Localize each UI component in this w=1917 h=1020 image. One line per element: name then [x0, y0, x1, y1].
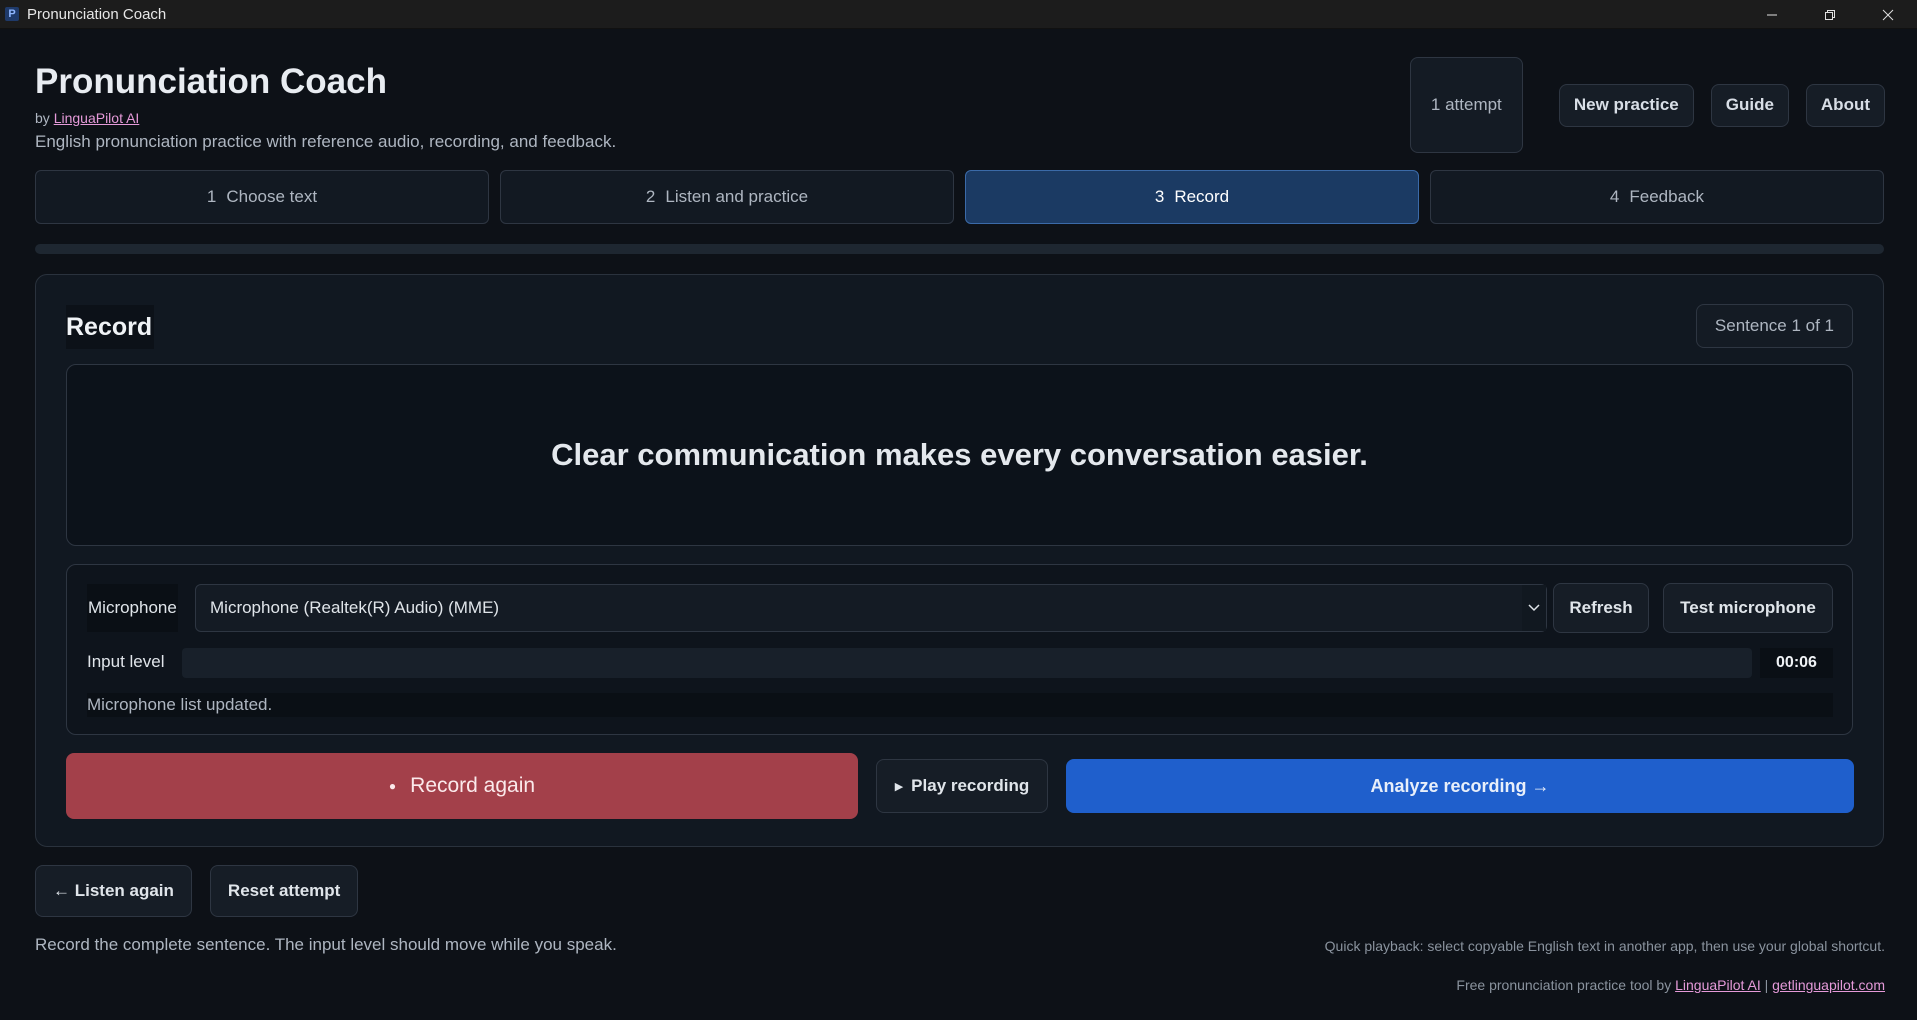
input-level-label: Input level [87, 652, 165, 671]
microphone-select[interactable]: Microphone (Realtek(R) Audio) (MME) [195, 584, 1547, 632]
byline-prefix: by [35, 110, 50, 126]
step-label: Record [1174, 187, 1230, 206]
test-microphone-button[interactable]: Test microphone [1663, 583, 1833, 633]
step-label: Feedback [1629, 187, 1705, 206]
step-tabs: 1 Choose text 2 Listen and practice 3 Re… [35, 170, 1884, 224]
play-icon: ▶ [894, 780, 904, 793]
step-number: 3 [1154, 187, 1165, 206]
footer-linguapilot-link[interactable]: LinguaPilot AI [1675, 977, 1761, 993]
page-subtitle: English pronunciation practice with refe… [35, 132, 617, 151]
app-icon: P [5, 7, 19, 21]
minimize-icon[interactable] [1743, 0, 1801, 29]
record-hint: Record the complete sentence. The input … [35, 935, 617, 954]
microphone-selected-value: Microphone (Realtek(R) Audio) (MME) [210, 598, 500, 617]
app-header: Pronunciation Coach by LinguaPilot AI En… [35, 62, 616, 153]
close-icon[interactable] [1859, 0, 1917, 29]
microphone-section: Microphone Microphone (Realtek(R) Audio)… [66, 564, 1853, 735]
header-actions: 1 attempt New practice Guide About [1409, 57, 1885, 153]
tab-listen-and-practice[interactable]: 2 Listen and practice [500, 170, 954, 224]
footer-separator: | [1764, 977, 1769, 993]
linguapilot-link[interactable]: LinguaPilot AI [54, 110, 140, 126]
step-number: 2 [645, 187, 656, 206]
step-progress-bar [35, 244, 1884, 254]
record-again-button[interactable]: ● Record again [66, 753, 858, 819]
play-recording-button[interactable]: ▶ Play recording [876, 759, 1048, 813]
play-recording-label: Play recording [911, 776, 1030, 795]
footer-prefix: Free pronunciation practice tool by [1456, 977, 1672, 993]
byline: by LinguaPilot AI [35, 109, 616, 127]
record-dot-icon: ● [388, 779, 397, 793]
chevron-down-icon[interactable] [1522, 585, 1546, 631]
footer-website-link[interactable]: getlinguapilot.com [1772, 977, 1885, 993]
attempt-counter: 1 attempt [1409, 57, 1523, 153]
target-sentence: Clear communication makes every conversa… [66, 364, 1853, 546]
restore-icon[interactable] [1801, 0, 1859, 29]
tab-choose-text[interactable]: 1 Choose text [35, 170, 489, 224]
reset-attempt-button[interactable]: Reset attempt [209, 865, 359, 917]
sentence-counter-badge: Sentence 1 of 1 [1695, 304, 1853, 348]
step-label: Choose text [226, 187, 318, 206]
page-title: Pronunciation Coach [35, 62, 387, 101]
step-number: 4 [1609, 187, 1620, 206]
input-level-meter [182, 648, 1752, 678]
recording-timer: 00:06 [1760, 648, 1833, 678]
panel-title: Record [66, 305, 155, 349]
record-panel: Record Sentence 1 of 1 Clear communicati… [35, 274, 1884, 847]
tab-feedback[interactable]: 4 Feedback [1430, 170, 1884, 224]
quick-playback-hint: Quick playback: select copyable English … [1324, 938, 1885, 954]
microphone-status: Microphone list updated. [87, 693, 1833, 717]
listen-again-button[interactable]: ← Listen again [35, 865, 192, 917]
step-number: 1 [206, 187, 217, 206]
window-titlebar: P Pronunciation Coach [0, 0, 1917, 29]
window-title: Pronunciation Coach [27, 5, 167, 23]
new-practice-button[interactable]: New practice [1558, 83, 1694, 127]
refresh-button[interactable]: Refresh [1553, 583, 1649, 633]
tab-record[interactable]: 3 Record [965, 170, 1419, 224]
microphone-label: Microphone [87, 584, 178, 632]
footer: Free pronunciation practice tool by Ling… [1456, 977, 1885, 993]
bottom-actions: ← Listen again Reset attempt [35, 865, 359, 917]
record-again-label: Record again [410, 774, 536, 797]
analyze-recording-button[interactable]: Analyze recording → [1066, 759, 1854, 813]
about-button[interactable]: About [1805, 83, 1885, 127]
window-controls [1743, 0, 1917, 29]
guide-button[interactable]: Guide [1710, 83, 1789, 127]
step-label: Listen and practice [665, 187, 809, 206]
